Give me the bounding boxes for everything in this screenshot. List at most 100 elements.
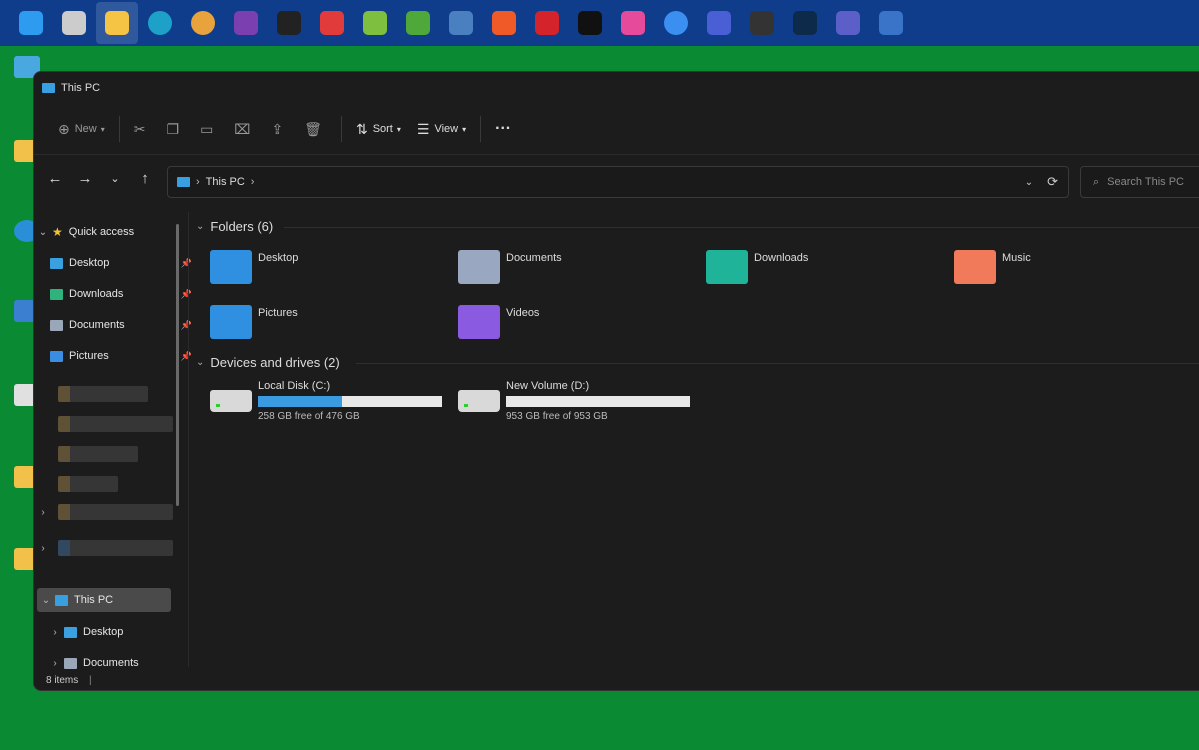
acrobat-icon-glyph: [535, 11, 559, 35]
document-icon[interactable]: [870, 2, 912, 44]
documents-icon: [50, 319, 63, 331]
sidebar-item-pc-documents[interactable]: › Documents: [34, 651, 196, 675]
copy-button[interactable]: ❐: [159, 114, 193, 144]
vectr-icon-glyph: [578, 11, 602, 35]
app-colorful-icon[interactable]: [612, 2, 654, 44]
sort-icon: ⇅: [355, 120, 368, 137]
downloads-folder-icon: [706, 250, 748, 284]
recent-locations-icon[interactable]: ⌄: [100, 172, 130, 185]
sidebar-item-label: Desktop: [69, 257, 110, 269]
rename-button[interactable]: ⌧: [226, 114, 263, 144]
edge-icon[interactable]: [139, 2, 181, 44]
app-green-icon[interactable]: [397, 2, 439, 44]
sidebar-item-quick-access[interactable]: ⌄ ★ Quick access: [34, 220, 184, 244]
vectr-icon[interactable]: [569, 2, 611, 44]
new-button[interactable]: ⊕ New ▾: [50, 114, 113, 144]
back-arrow-icon[interactable]: ←: [40, 170, 70, 187]
teams-icon-glyph: [836, 11, 860, 35]
expand-chevron[interactable]: ›: [34, 536, 54, 560]
search-box[interactable]: ⌕ Search This PC: [1080, 166, 1199, 198]
folder-documents[interactable]: Documents: [458, 250, 698, 298]
chevron-down-icon: ⌄: [38, 226, 48, 238]
breadcrumb-this-pc[interactable]: This PC: [206, 176, 245, 188]
address-bar[interactable]: › This PC › ⌄ ⟳: [167, 166, 1069, 198]
app-image-icon-glyph: [449, 11, 473, 35]
up-arrow-icon[interactable]: ↑: [130, 170, 160, 187]
pictures-folder-icon: [210, 305, 252, 339]
task-view-icon[interactable]: [53, 2, 95, 44]
chevron-down-icon: ▾: [100, 124, 105, 134]
blurred-item: [58, 540, 173, 556]
sidebar-item-label: Quick access: [68, 226, 135, 238]
section-divider: [284, 227, 1199, 228]
view-button[interactable]: ☰ View ▾: [409, 114, 474, 144]
share-button[interactable]: ⇪: [263, 114, 296, 144]
address-dropdown-icon[interactable]: ⌄: [1025, 177, 1033, 188]
refresh-icon[interactable]: ⟳: [1047, 174, 1058, 190]
taskbar: [0, 0, 1199, 46]
delete-button[interactable]: 🗑: [296, 114, 335, 144]
app-red-icon[interactable]: [311, 2, 353, 44]
chrome-icon[interactable]: [182, 2, 224, 44]
start-icon-glyph: [19, 11, 43, 35]
forward-arrow-icon[interactable]: →: [70, 170, 100, 187]
messenger-icon[interactable]: [655, 2, 697, 44]
bluestacks-icon[interactable]: [354, 2, 396, 44]
paste-icon: ▭: [200, 120, 214, 137]
teams-icon[interactable]: [827, 2, 869, 44]
view-label: View: [434, 123, 459, 135]
folder-label: Videos: [506, 307, 540, 319]
search-placeholder: Search This PC: [1107, 176, 1184, 188]
sidebar-item-label: Downloads: [69, 288, 124, 300]
drive-0[interactable]: Local Disk (C:) 258 GB free of 476 GB: [210, 380, 450, 426]
sort-button[interactable]: ⇅ Sort ▾: [348, 114, 409, 144]
cut-button[interactable]: ✂: [126, 114, 159, 144]
app-image-icon[interactable]: [440, 2, 482, 44]
chevron-right-icon: ›: [41, 506, 45, 518]
folder-pictures[interactable]: Pictures: [210, 305, 450, 353]
paste-button[interactable]: ▭: [192, 114, 226, 144]
blurred-item: [58, 446, 138, 462]
expand-chevron[interactable]: ›: [34, 500, 54, 524]
drive-1[interactable]: New Volume (D:) 953 GB free of 953 GB: [458, 380, 698, 426]
brave-icon[interactable]: [483, 2, 525, 44]
pin-icon[interactable]: 📌: [181, 258, 192, 269]
drive-usage-fill: [258, 396, 343, 407]
pin-icon[interactable]: 📌: [181, 351, 192, 362]
folder-label: Music: [1002, 252, 1031, 264]
file-explorer-icon[interactable]: [96, 2, 138, 44]
folder-label: Documents: [506, 252, 562, 264]
clapper-icon[interactable]: [741, 2, 783, 44]
pin-icon[interactable]: 📌: [181, 320, 192, 331]
folder-desktop[interactable]: Desktop: [210, 250, 450, 298]
folder-videos[interactable]: Videos: [458, 305, 698, 353]
folder-downloads[interactable]: Downloads: [706, 250, 946, 298]
breadcrumb-chevron-icon[interactable]: ›: [251, 176, 255, 188]
drives-section-header[interactable]: ⌄ Devices and drives (2): [196, 355, 340, 370]
photoshop-icon[interactable]: [784, 2, 826, 44]
acrobat-icon[interactable]: [526, 2, 568, 44]
chevron-down-icon: ▾: [396, 124, 401, 134]
sidebar-scrollbar[interactable]: [176, 224, 179, 506]
app-w-icon-glyph: [277, 11, 301, 35]
drive-usage-bar: [506, 396, 690, 407]
app-w-icon[interactable]: [268, 2, 310, 44]
file-explorer-icon-glyph: [105, 11, 129, 35]
chevron-right-icon[interactable]: ›: [46, 658, 64, 669]
sidebar-item-label: Pictures: [69, 350, 109, 362]
app-purple-icon[interactable]: [225, 2, 267, 44]
sidebar-item-pc-desktop[interactable]: › Desktop: [34, 620, 196, 644]
sidebar-item-this-pc[interactable]: ⌄ This PC: [37, 588, 171, 612]
star-icon: ★: [52, 225, 63, 239]
more-options-button[interactable]: ···: [487, 114, 519, 144]
drives-heading: Devices and drives (2): [210, 355, 340, 370]
start-icon[interactable]: [10, 2, 52, 44]
item-count: 8 items: [46, 675, 79, 686]
chevron-right-icon[interactable]: ›: [46, 627, 64, 638]
this-pc-icon: [42, 83, 55, 93]
folder-music[interactable]: Music: [954, 250, 1194, 298]
search-icon: ⌕: [1093, 175, 1100, 188]
pin-icon[interactable]: 📌: [181, 289, 192, 300]
folders-section-header[interactable]: ⌄ Folders (6): [196, 219, 273, 234]
app-chart-icon[interactable]: [698, 2, 740, 44]
